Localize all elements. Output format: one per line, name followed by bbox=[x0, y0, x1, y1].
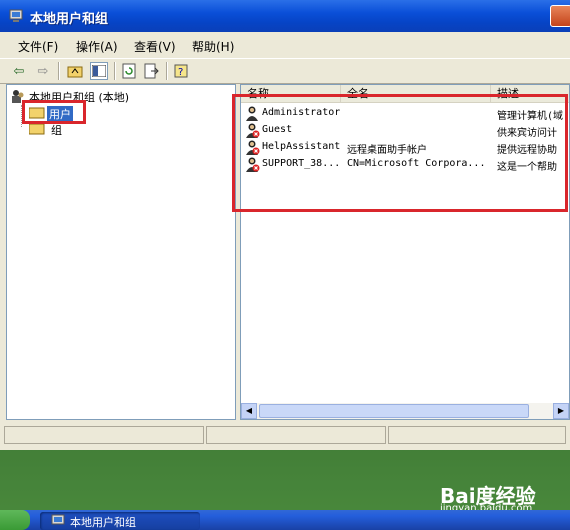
title-bar[interactable]: 本地用户和组 bbox=[0, 0, 570, 32]
forward-icon[interactable]: ⇨ bbox=[34, 62, 52, 80]
back-icon[interactable]: ⇦ bbox=[10, 62, 28, 80]
svg-text:?: ? bbox=[178, 67, 183, 78]
computer-management-icon bbox=[9, 9, 23, 22]
horizontal-scrollbar[interactable]: ◀ ▶ bbox=[241, 403, 569, 419]
toolbar: ⇦ ⇨ ? bbox=[0, 58, 570, 84]
help-icon[interactable]: ? bbox=[172, 62, 190, 80]
menu-file[interactable]: 文件(F) bbox=[18, 38, 58, 55]
menu-bar: 文件(F) 操作(A) 查看(V) 帮助(H) bbox=[0, 34, 570, 56]
computer-management-icon bbox=[51, 514, 65, 525]
status-bar bbox=[0, 424, 570, 446]
folder-icon bbox=[29, 123, 45, 135]
tree-pane: 本地用户和组 (本地) 用户 组 bbox=[6, 84, 236, 420]
highlight-users bbox=[22, 100, 86, 124]
close-button[interactable] bbox=[550, 5, 570, 27]
taskbar: 本地用户和组 bbox=[0, 510, 570, 530]
menu-view[interactable]: 查看(V) bbox=[134, 38, 176, 55]
mmc-window: 本地用户和组 文件(F) 操作(A) 查看(V) 帮助(H) ⇦ ⇨ ? 本地用… bbox=[0, 0, 570, 450]
scroll-right-icon[interactable]: ▶ bbox=[553, 403, 569, 419]
highlight-user-list bbox=[232, 94, 568, 212]
taskbar-item[interactable]: 本地用户和组 bbox=[40, 512, 200, 530]
scroll-left-icon[interactable]: ◀ bbox=[241, 403, 257, 419]
start-button[interactable] bbox=[0, 510, 30, 530]
window-title: 本地用户和组 bbox=[30, 12, 109, 27]
export-list-icon[interactable] bbox=[142, 62, 160, 80]
up-folder-icon[interactable] bbox=[66, 62, 84, 80]
scroll-thumb[interactable] bbox=[259, 404, 529, 418]
menu-help[interactable]: 帮助(H) bbox=[192, 38, 234, 55]
tree-item-groups[interactable]: 组 bbox=[51, 122, 62, 138]
refresh-icon[interactable] bbox=[120, 62, 138, 80]
show-tree-icon[interactable] bbox=[90, 62, 108, 80]
menu-action[interactable]: 操作(A) bbox=[76, 38, 118, 55]
